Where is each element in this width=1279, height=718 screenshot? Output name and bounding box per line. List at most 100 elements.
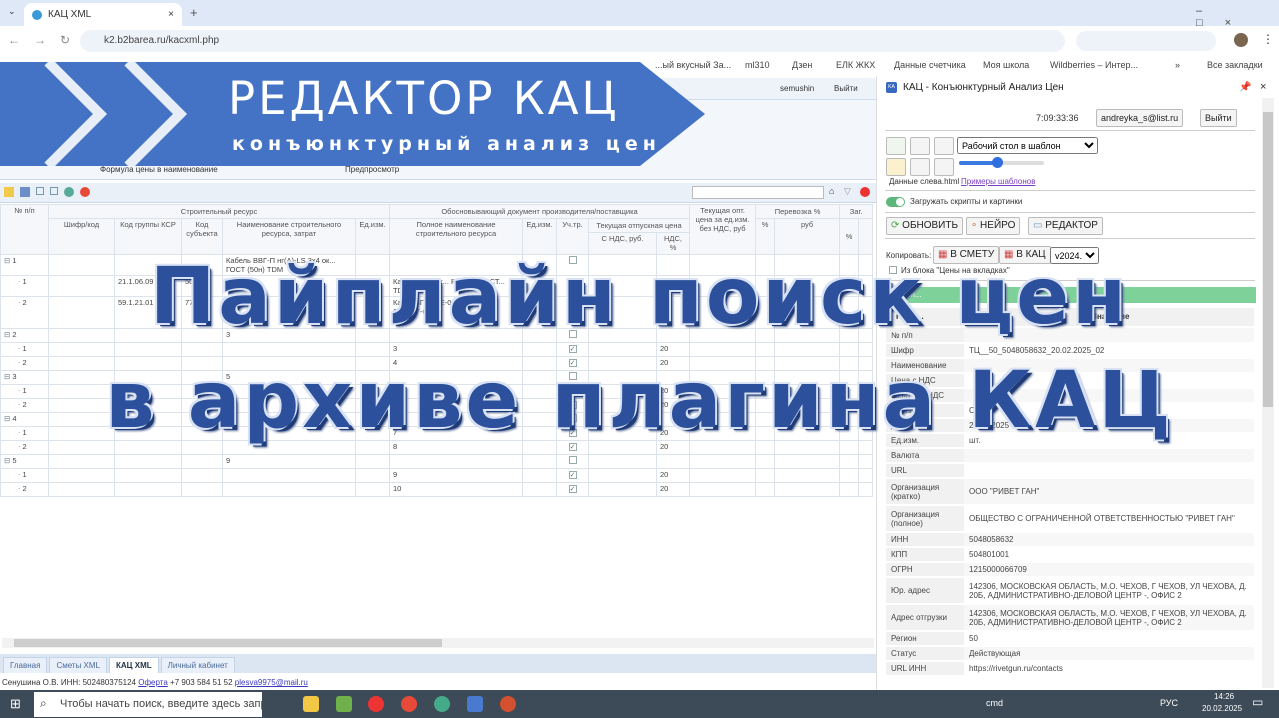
- row-checkbox[interactable]: ✓: [568, 401, 577, 409]
- explorer-icon[interactable]: [303, 696, 319, 712]
- url-bar[interactable]: k2.b2barea.ru/kacxml.php: [80, 30, 1065, 52]
- fullscreen-icon[interactable]: [886, 137, 906, 155]
- close-panel-icon[interactable]: ×: [1260, 81, 1266, 93]
- row-checkbox[interactable]: [568, 256, 577, 264]
- open-icon[interactable]: [4, 187, 14, 197]
- col-pct2[interactable]: %: [839, 218, 860, 255]
- table-row[interactable]: ⋅ 2 59.1.21.01 77 Ка... ВВГ-... РЕ-0,66 ГОС…: [0, 296, 874, 329]
- data-section-header[interactable]: ▾ Данн...: [886, 287, 1256, 303]
- col-opt[interactable]: Текущая опт. цена за ед.изм. без НДС, ру…: [689, 204, 757, 255]
- col-rub[interactable]: руб: [774, 218, 841, 255]
- row-checkbox[interactable]: ✓: [568, 387, 577, 395]
- col-unit[interactable]: Ед.изм.: [355, 218, 390, 255]
- table-row[interactable]: ⋅ 1 5 ✓ 20: [0, 384, 874, 399]
- grid-search-input[interactable]: [692, 186, 824, 199]
- clock-date[interactable]: 20.02.2025: [1202, 704, 1242, 713]
- refresh-icon[interactable]: [64, 187, 74, 197]
- col-pct[interactable]: %: [755, 218, 776, 255]
- row-checkbox[interactable]: ✓: [568, 278, 577, 286]
- col-fullname[interactable]: Полное наименование строительного ресурс…: [389, 218, 523, 255]
- col-subj[interactable]: Код субъекта: [181, 218, 223, 255]
- expand-icon[interactable]: [36, 187, 44, 195]
- col-uch[interactable]: Уч.тр.: [556, 218, 589, 255]
- row-checkbox[interactable]: ✓: [568, 485, 577, 493]
- tab-cabinet[interactable]: Личный кабинет: [160, 657, 235, 673]
- screen-icon[interactable]: [934, 137, 954, 155]
- load-scripts-toggle[interactable]: [886, 197, 905, 207]
- browser-tab[interactable]: КАЦ XML ×: [24, 3, 182, 26]
- close-tab-icon[interactable]: ×: [168, 9, 174, 20]
- col-name[interactable]: Наименование строительного ресурса, затр…: [222, 218, 356, 255]
- tab-kac-xml[interactable]: КАЦ XML: [109, 657, 159, 673]
- taskbar-search[interactable]: Чтобы начать поиск, введите здесь запрос: [34, 692, 262, 717]
- row-checkbox[interactable]: ✓: [568, 299, 577, 307]
- bookmarks-overflow[interactable]: »: [1175, 60, 1180, 70]
- table-row[interactable]: ⋅ 2 6 ✓ 20: [0, 398, 874, 413]
- table-row[interactable]: ⋅ 2 10 ✓ 20: [0, 482, 874, 497]
- ribbon-preview[interactable]: Предпросмотр: [345, 165, 399, 174]
- pin-icon[interactable]: 📌: [1239, 82, 1251, 93]
- col-with-vat[interactable]: С НДС, руб.: [588, 232, 657, 255]
- app-icon[interactable]: [336, 696, 352, 712]
- tab-smety-xml[interactable]: Сметы XML: [49, 657, 107, 673]
- col-code[interactable]: Шифр/код: [48, 218, 115, 255]
- chrome-icon[interactable]: [434, 696, 450, 712]
- bookmark[interactable]: Данные счетчика: [894, 60, 966, 70]
- print-icon[interactable]: [934, 158, 954, 176]
- row-checkbox[interactable]: [568, 414, 577, 422]
- email-link[interactable]: plesva9975@mail.ru: [235, 678, 308, 687]
- bookmark[interactable]: Моя школа: [983, 60, 1029, 70]
- avatar[interactable]: [1234, 33, 1248, 47]
- page-icon[interactable]: [910, 137, 930, 155]
- nav-buttons[interactable]: ←→↻: [8, 33, 84, 47]
- scrollbar-thumb[interactable]: [14, 639, 442, 647]
- folder-icon[interactable]: [886, 158, 906, 176]
- row-checkbox[interactable]: [568, 456, 577, 464]
- language-indicator[interactable]: РУС: [1160, 698, 1178, 708]
- table-row[interactable]: ⊟ 4 7: [0, 412, 874, 427]
- row-checkbox[interactable]: ✓: [568, 345, 577, 353]
- yandex-icon[interactable]: [80, 187, 90, 197]
- user-label[interactable]: semushin: [780, 84, 814, 93]
- clear-icon[interactable]: [860, 187, 870, 197]
- template-select[interactable]: Рабочий стол в шаблон: [957, 137, 1098, 154]
- menu-icon[interactable]: ⋮: [1262, 32, 1274, 46]
- panel-scroll-thumb[interactable]: [1263, 112, 1273, 407]
- bookmark[interactable]: ml310: [745, 60, 770, 70]
- row-checkbox[interactable]: [568, 330, 577, 338]
- col-ksr[interactable]: Код группы КСР: [114, 218, 182, 255]
- user-button[interactable]: andreyka_s@list.ru: [1096, 109, 1184, 127]
- to-kac-button[interactable]: ▦ В КАЦ: [999, 246, 1051, 264]
- examples-link[interactable]: Примеры шаблонов: [961, 177, 1035, 186]
- tab-search-chevron-icon[interactable]: ⌄: [8, 6, 16, 17]
- logout-button[interactable]: Выйти: [834, 84, 858, 93]
- app-icon[interactable]: [467, 696, 483, 712]
- from-tabs-checkbox[interactable]: [889, 266, 897, 274]
- image-icon[interactable]: [910, 158, 930, 176]
- refresh-button[interactable]: ⟳ ОБНОВИТЬ: [886, 217, 964, 235]
- bookmark[interactable]: Wildberries – Интер...: [1050, 60, 1138, 70]
- row-checkbox[interactable]: ✓: [568, 429, 577, 437]
- windows-start-icon[interactable]: ⊞: [10, 696, 21, 712]
- row-checkbox[interactable]: ✓: [568, 471, 577, 479]
- editor-button[interactable]: ▭ РЕДАКТОР: [1028, 217, 1103, 235]
- yandex-browser-icon[interactable]: [368, 696, 384, 712]
- col-vat[interactable]: НДС, %: [655, 232, 691, 255]
- table-row[interactable]: ⋅ 2 8 ✓ 20: [0, 440, 874, 455]
- cmd-label[interactable]: cmd: [986, 698, 1003, 708]
- tab-main[interactable]: Главная: [3, 657, 48, 673]
- save-icon[interactable]: [20, 187, 30, 197]
- powerpoint-icon[interactable]: [500, 696, 516, 712]
- filter-icon[interactable]: ▽: [844, 186, 851, 197]
- table-row[interactable]: ⋅ 1 21.1.06.09 50 Ка... ВВГ-... 3х... РЕ-0,…: [0, 275, 874, 297]
- table-row[interactable]: ⊟ 5 9: [0, 454, 874, 469]
- table-row[interactable]: ⋅ 1 9 ✓ 20: [0, 468, 874, 483]
- collapse-icon[interactable]: [50, 187, 58, 195]
- all-bookmarks[interactable]: Все закладки: [1207, 60, 1263, 70]
- table-row[interactable]: ⊟ 3 5: [0, 370, 874, 385]
- to-smeta-button[interactable]: ▦ В СМЕТУ: [933, 246, 1000, 264]
- new-tab-icon[interactable]: +: [190, 5, 198, 20]
- neuro-button[interactable]: ∘ НЕЙРО: [966, 217, 1021, 235]
- bookmark[interactable]: Дзен: [792, 60, 812, 70]
- panel-logout-button[interactable]: Выйти: [1200, 109, 1237, 127]
